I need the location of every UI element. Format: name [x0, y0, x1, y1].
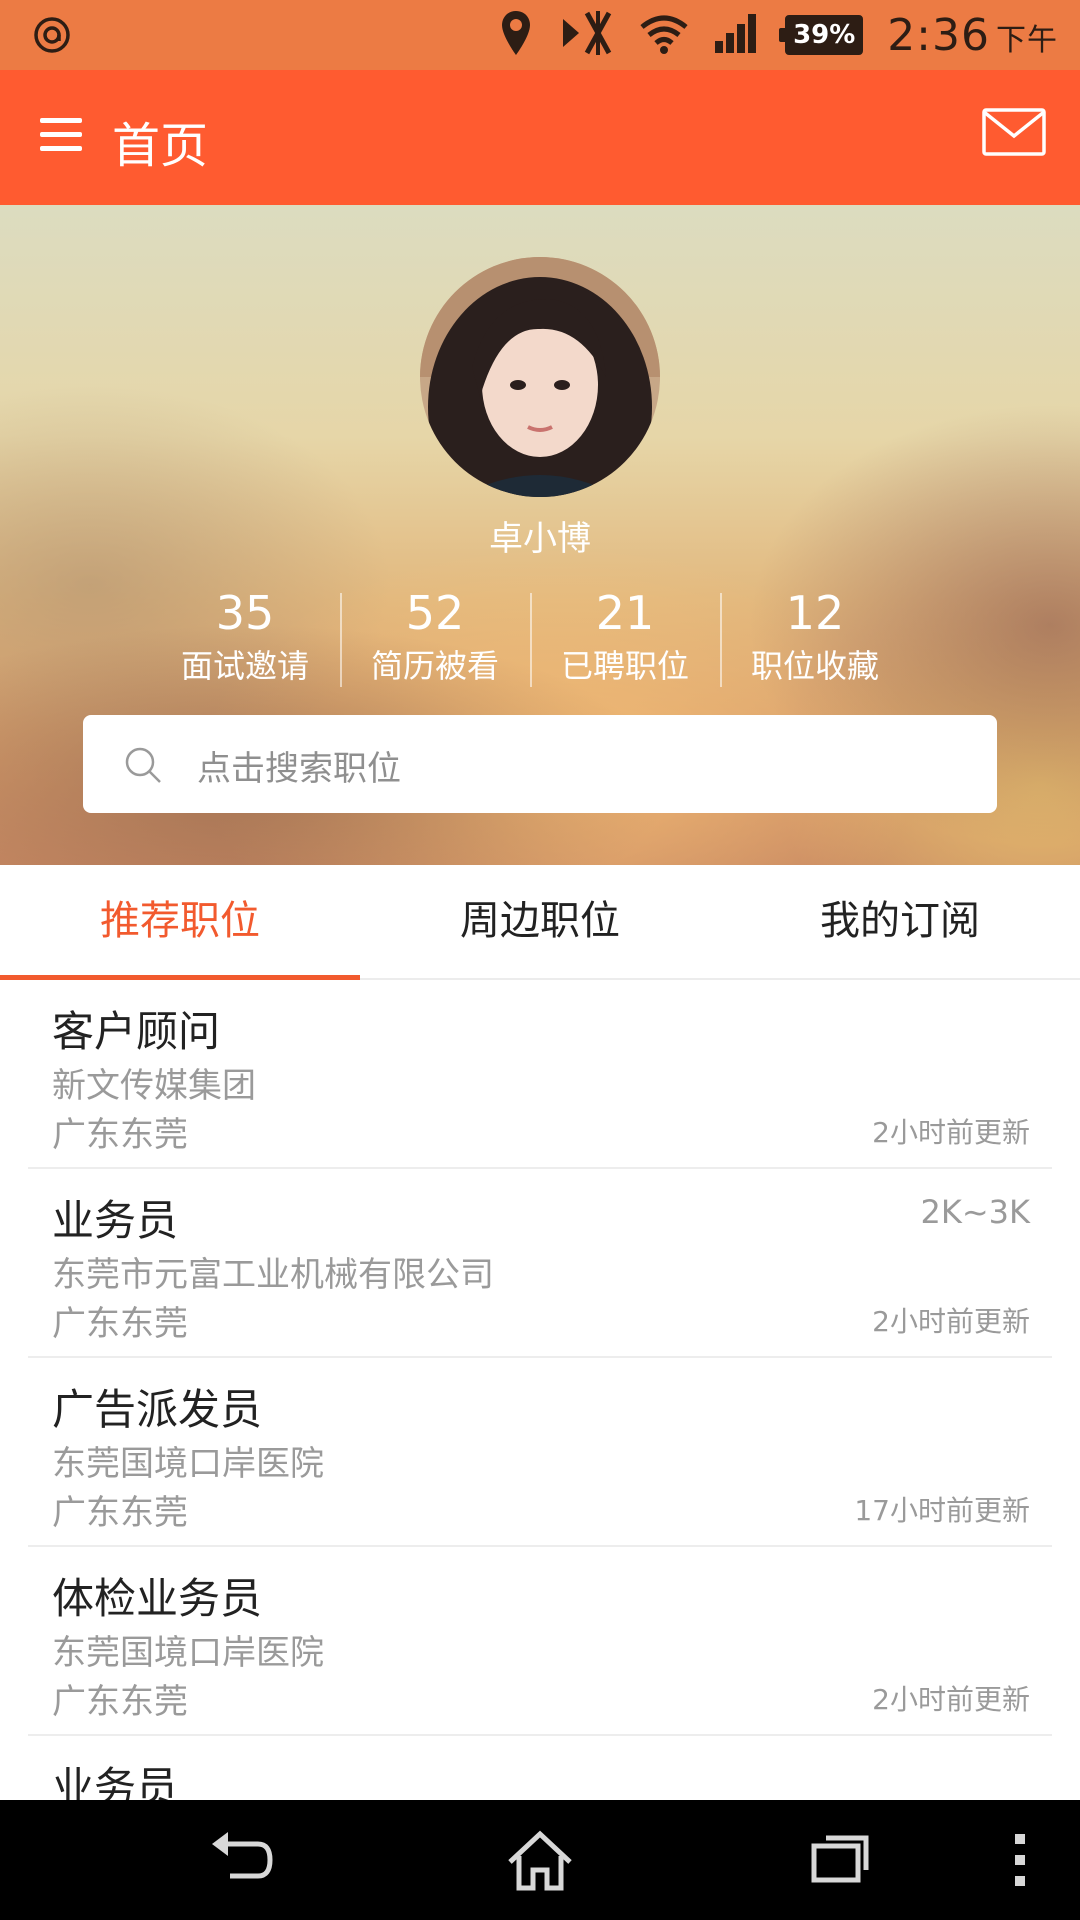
username: 卓小博 [489, 519, 591, 559]
stat-value: 12 [785, 586, 845, 640]
stat-value: 52 [405, 586, 465, 640]
home-icon[interactable] [505, 1830, 575, 1892]
job-location: 广东东莞 [52, 1115, 188, 1155]
stat-saved-positions[interactable]: 12 职位收藏 [720, 583, 910, 693]
job-company: 东莞国境口岸医院 [52, 1444, 324, 1484]
page-title: 首页 [112, 118, 209, 174]
recent-apps-icon[interactable] [810, 1830, 872, 1886]
job-company: 东莞市元富工业机械有限公司 [52, 1255, 494, 1295]
wifi-icon [639, 11, 689, 59]
stats-row: 35 面试邀请 52 简历被看 21 已聘职位 12 职位收藏 [150, 583, 910, 693]
job-list-item[interactable]: 广告派发员 东莞国境口岸医院 广东东莞 17小时前更新 [28, 1358, 1052, 1547]
stat-label: 已聘职位 [560, 647, 689, 685]
tab-bar: 推荐职位 周边职位 我的订阅 [0, 865, 1080, 980]
back-icon[interactable] [210, 1830, 274, 1890]
tab-nearby-jobs[interactable]: 周边职位 [360, 865, 720, 978]
app-notification-icon [32, 15, 72, 59]
job-location: 广东东莞 [52, 1304, 188, 1344]
menu-icon[interactable] [40, 118, 82, 154]
job-title: 体检业务员 [52, 1574, 263, 1623]
avatar[interactable] [420, 257, 660, 497]
job-company: 东莞国境口岸医院 [52, 1633, 324, 1673]
job-updated: 2小时前更新 [872, 1683, 1030, 1716]
clock: 2:36 下午 [887, 9, 1058, 61]
job-updated: 2小时前更新 [872, 1116, 1030, 1149]
job-list-item[interactable]: 业务员 东莞市元富工业机械有限公司 广东东莞 2K~3K 2小时前更新 [28, 1169, 1052, 1358]
job-salary: 2K~3K [920, 1193, 1031, 1231]
job-title: 业务员 [52, 1763, 179, 1800]
stat-interview-invites[interactable]: 35 面试邀请 [150, 583, 340, 693]
app-bar: 首页 [0, 70, 1080, 205]
stat-hired-positions[interactable]: 21 已聘职位 [530, 583, 720, 693]
mail-icon[interactable] [982, 108, 1046, 156]
job-updated: 17小时前更新 [854, 1494, 1030, 1527]
job-title: 客户顾问 [52, 1007, 221, 1056]
data-transfer-icon [557, 9, 615, 61]
stat-label: 简历被看 [370, 647, 499, 685]
stat-label: 职位收藏 [750, 647, 879, 685]
stat-value: 35 [215, 586, 275, 640]
job-location: 广东东莞 [52, 1493, 188, 1533]
tab-my-subscriptions[interactable]: 我的订阅 [720, 865, 1080, 978]
job-list-item[interactable]: 业务员 [28, 1736, 1052, 1800]
search-placeholder: 点击搜索职位 [197, 749, 401, 789]
job-location: 广东东莞 [52, 1682, 188, 1722]
search-icon [125, 747, 161, 783]
search-input[interactable]: 点击搜索职位 [83, 715, 997, 813]
stat-value: 21 [595, 586, 655, 640]
job-company: 新文传媒集团 [52, 1066, 256, 1106]
signal-icon [713, 11, 761, 59]
job-list-item[interactable]: 客户顾问 新文传媒集团 广东东莞 2小时前更新 [28, 980, 1052, 1169]
battery-icon: 39% [779, 15, 864, 55]
status-bar: 39% 2:36 下午 [0, 0, 1080, 70]
job-updated: 2小时前更新 [872, 1305, 1030, 1338]
job-list-item[interactable]: 体检业务员 东莞国境口岸医院 广东东莞 2小时前更新 [28, 1547, 1052, 1736]
job-title: 业务员 [52, 1196, 179, 1245]
job-list: 客户顾问 新文传媒集团 广东东莞 2小时前更新 业务员 东莞市元富工业机械有限公… [0, 980, 1080, 1800]
overflow-menu-icon[interactable] [1010, 1830, 1030, 1890]
stat-label: 面试邀请 [180, 647, 309, 685]
tab-recommended-jobs[interactable]: 推荐职位 [0, 865, 360, 978]
location-icon [499, 9, 533, 61]
system-nav-bar [0, 1800, 1080, 1920]
profile-header: 卓小博 35 面试邀请 52 简历被看 21 已聘职位 12 职位收藏 点击搜索… [0, 205, 1080, 865]
job-title: 广告派发员 [52, 1385, 263, 1434]
stat-resume-views[interactable]: 52 简历被看 [340, 583, 530, 693]
